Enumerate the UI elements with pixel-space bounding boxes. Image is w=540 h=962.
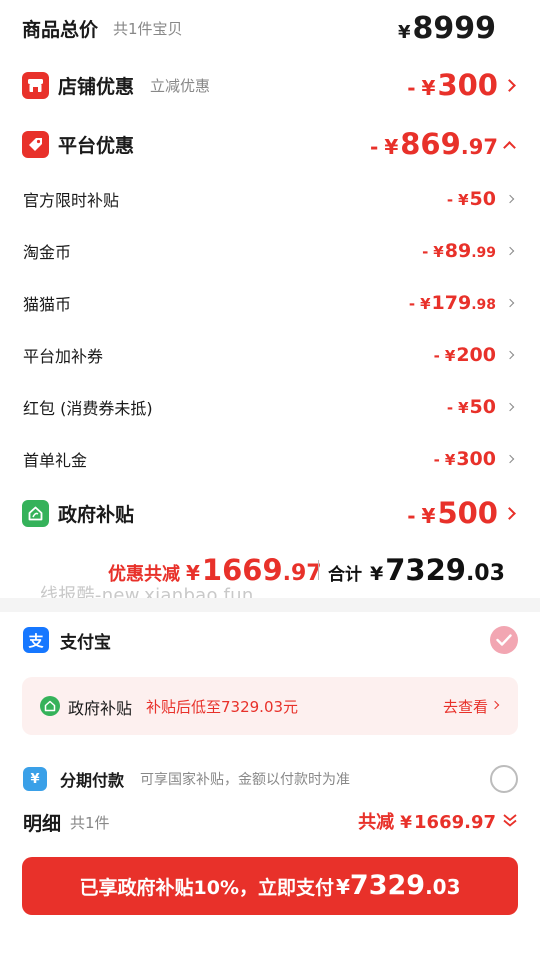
chevron-right-icon[interactable] — [505, 350, 515, 360]
list-item[interactable]: 红包 (消费券未抵) - ¥50 — [0, 390, 540, 424]
platform-discount-amount: - ¥ 869 .97 — [370, 127, 498, 161]
detail-reduce-amount[interactable]: 共减 ¥ 1669.97 — [358, 808, 496, 834]
shop-discount-amount: - ¥ 300 — [407, 68, 498, 102]
section-divider — [0, 598, 540, 612]
shop-icon — [22, 71, 49, 99]
list-item[interactable]: 猫猫币 - ¥179.98 — [0, 286, 540, 320]
shop-discount-note: 立减优惠 — [150, 76, 211, 95]
home-leaf-icon — [40, 696, 60, 716]
subsidy-item-amount: - ¥50 — [446, 188, 496, 210]
maomaobi-amount: - ¥179.98 — [408, 292, 496, 314]
taojinbi-label: 淘金币 — [23, 243, 72, 262]
total-row: 商品总价 共1件宝贝 ¥ 8999 — [0, 8, 540, 48]
first-order-amount: - ¥300 — [433, 448, 496, 470]
chevron-right-icon[interactable] — [490, 700, 500, 710]
tag-icon — [22, 130, 49, 158]
subsidy-item-label: 官方限时补贴 — [23, 191, 120, 210]
double-chevron-down-icon[interactable] — [502, 812, 518, 828]
list-item[interactable]: 首单礼金 - ¥300 — [0, 442, 540, 476]
list-item[interactable]: 官方限时补贴 - ¥50 — [0, 182, 540, 216]
home-leaf-icon — [22, 499, 49, 527]
shop-discount-row[interactable]: 店铺优惠 立减优惠 - ¥ 300 — [0, 64, 540, 106]
list-item[interactable]: 平台加补券 - ¥200 — [0, 338, 540, 372]
radio-button[interactable] — [490, 765, 518, 793]
gov-card-desc: 补贴后低至7329.03元 — [146, 698, 299, 716]
installment-option[interactable]: ¥ 分期付款 可享国家补贴，金额以付款时为准 — [0, 762, 540, 796]
gov-subsidy-amount: - ¥ 500 — [407, 496, 498, 530]
coupon-amount: - ¥200 — [433, 344, 496, 366]
check-icon[interactable] — [490, 626, 518, 654]
divider — [318, 560, 319, 580]
platform-discount-label: 平台优惠 — [58, 134, 135, 157]
pay-now-button[interactable]: 已享政府补贴10%，立即支付 ¥ 7329 .03 — [22, 857, 518, 915]
alipay-option[interactable]: 支 支付宝 — [0, 622, 540, 658]
alipay-label: 支付宝 — [60, 632, 111, 653]
chevron-right-icon[interactable] — [505, 402, 515, 412]
detail-count: 共1件 — [70, 814, 110, 832]
chevron-right-icon[interactable] — [505, 194, 515, 204]
taojinbi-amount: - ¥89.99 — [422, 240, 496, 262]
gov-subsidy-row[interactable]: 政府补贴 - ¥ 500 — [0, 492, 540, 534]
gov-card-title: 政府补贴 — [68, 699, 133, 718]
grand-total: 合计 ¥ 7329 .03 — [328, 553, 505, 587]
chevron-right-icon[interactable] — [503, 78, 516, 92]
chevron-right-icon[interactable] — [505, 454, 515, 464]
chevron-right-icon[interactable] — [505, 298, 515, 308]
list-item[interactable]: 淘金币 - ¥89.99 — [0, 234, 540, 268]
coupon-label: 平台加补券 — [23, 347, 104, 366]
gov-subsidy-label: 政府补贴 — [58, 503, 135, 526]
shop-discount-label: 店铺优惠 — [58, 75, 135, 98]
installment-icon: ¥ — [23, 767, 47, 791]
redpacket-label: 红包 (消费券未抵) — [23, 399, 153, 418]
detail-label: 明细 — [23, 813, 62, 835]
total-price: ¥ 8999 — [397, 10, 496, 46]
installment-label: 分期付款 — [60, 771, 125, 790]
chevron-right-icon[interactable] — [503, 506, 516, 520]
total-title: 商品总价 — [22, 18, 99, 41]
alipay-icon: 支 — [23, 627, 49, 653]
maomaobi-label: 猫猫币 — [23, 295, 72, 314]
chevron-up-icon[interactable] — [503, 140, 516, 154]
redpacket-amount: - ¥50 — [446, 396, 496, 418]
gov-card-action[interactable]: 去查看 — [443, 696, 488, 717]
chevron-right-icon[interactable] — [505, 246, 515, 256]
installment-note: 可享国家补贴，金额以付款时为准 — [140, 772, 350, 788]
gov-subsidy-card[interactable]: 政府补贴 补贴后低至7329.03元 去查看 — [22, 677, 518, 735]
total-subtitle: 共1件宝贝 — [113, 20, 183, 38]
first-order-label: 首单礼金 — [23, 451, 88, 470]
platform-discount-row[interactable]: 平台优惠 - ¥ 869 .97 — [0, 123, 540, 165]
